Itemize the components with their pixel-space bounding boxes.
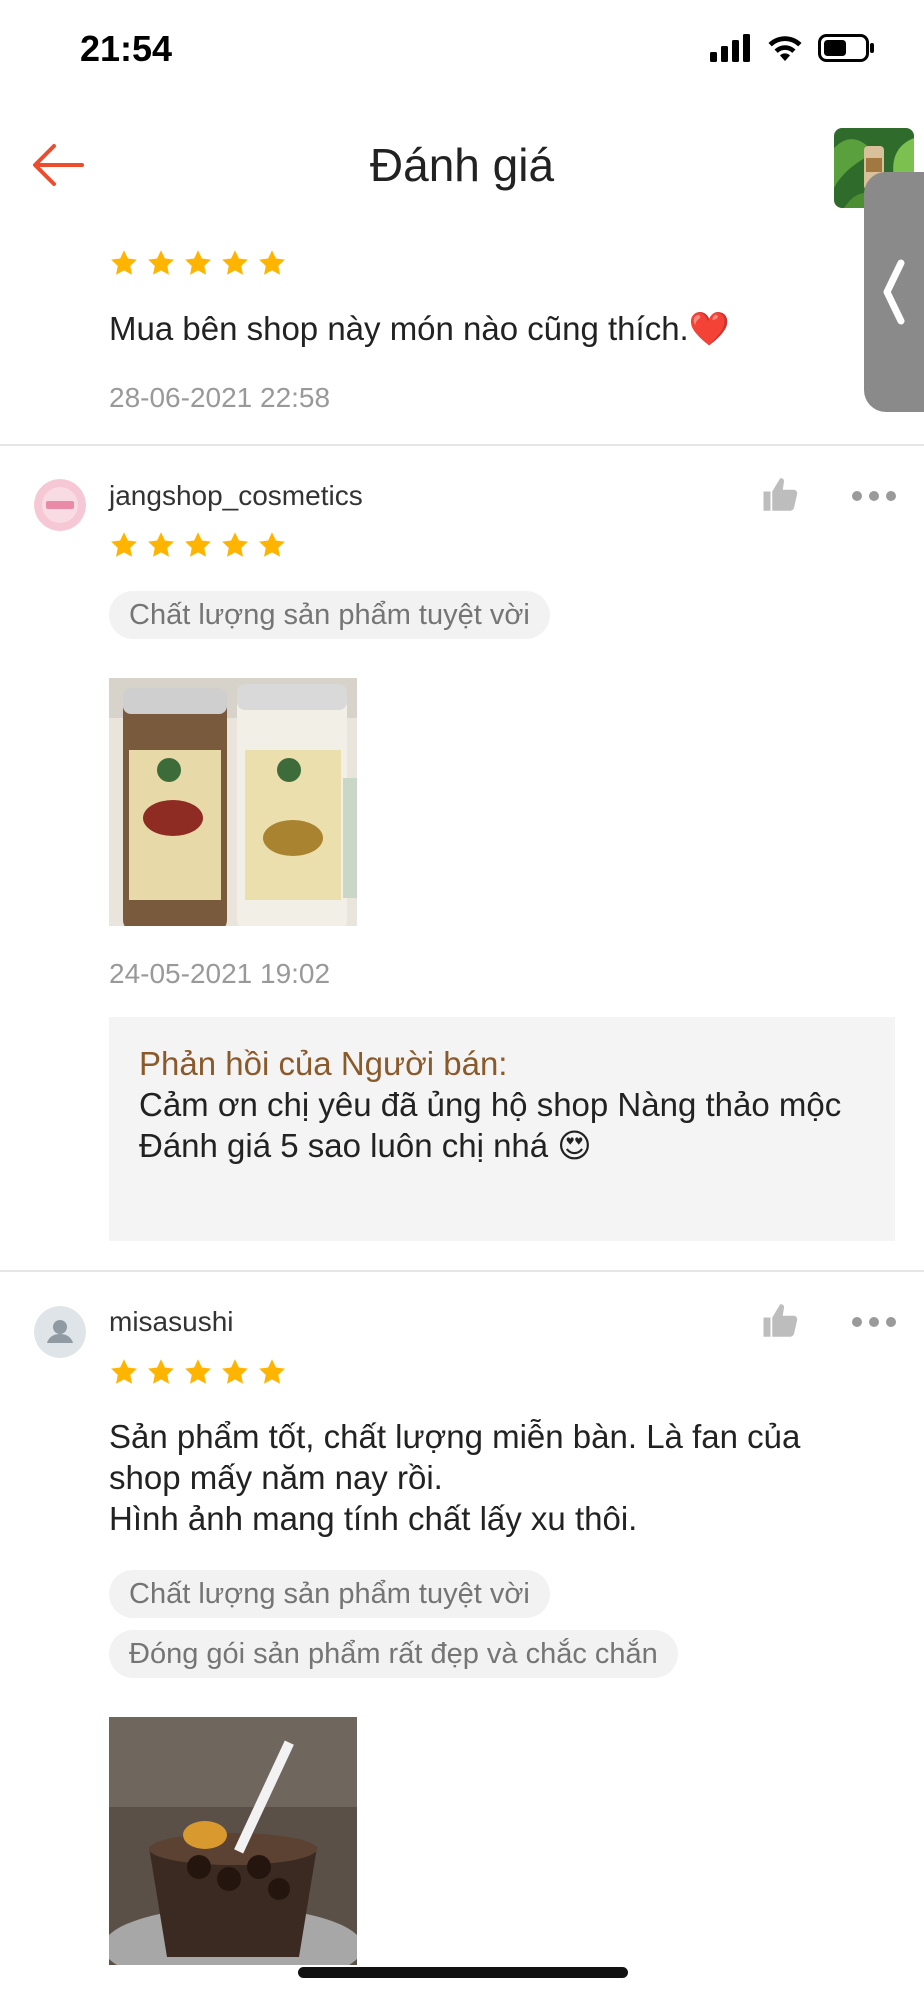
seller-reply-text: Cảm ơn chị yêu đã ủng hộ shop Nàng thảo … — [139, 1086, 842, 1164]
review-timestamp: 28-06-2021 22:58 — [109, 382, 331, 413]
star-icon — [220, 530, 250, 560]
page-title: Đánh giá — [369, 139, 555, 191]
star-icon — [183, 248, 213, 278]
status-bar: 21:54 — [0, 0, 924, 100]
review-timestamp: 24-05-2021 19:02 — [109, 958, 331, 989]
thumbs-up-icon — [760, 474, 802, 516]
review-photo[interactable] — [109, 678, 357, 926]
review-text: Sản phẩm tốt, chất lượng miễn bàn. Là fa… — [109, 1418, 801, 1537]
avatar[interactable] — [34, 1306, 86, 1358]
cellular-signal-icon — [710, 34, 750, 62]
star-icon — [146, 1357, 176, 1387]
review-photo[interactable] — [109, 1717, 357, 1965]
review-text: Mua bên shop này món nào cũng thích.❤️ — [109, 310, 730, 347]
review-tag: Đóng gói sản phẩm rất đẹp và chắc chắn — [109, 1630, 678, 1678]
star-icon — [220, 248, 250, 278]
chevron-left-icon — [883, 259, 905, 325]
review-username[interactable]: misasushi — [109, 1306, 233, 1338]
star-icon — [257, 248, 287, 278]
more-options-button[interactable] — [852, 1315, 896, 1329]
divider — [0, 444, 924, 446]
review-tag: Chất lượng sản phẩm tuyệt vời — [109, 1570, 550, 1618]
seller-reply-title: Phản hồi của Người bán: — [139, 1045, 508, 1082]
star-icon — [183, 530, 213, 560]
review-tag: Chất lượng sản phẩm tuyệt vời — [109, 591, 550, 639]
like-button[interactable] — [760, 1300, 802, 1342]
like-button[interactable] — [760, 474, 802, 516]
divider — [0, 1270, 924, 1272]
star-icon — [146, 530, 176, 560]
rating-stars — [109, 1357, 287, 1387]
seller-reply: Phản hồi của Người bán: Cảm ơn chị yêu đ… — [109, 1017, 895, 1241]
more-options-button[interactable] — [852, 489, 896, 503]
thumbs-up-icon — [760, 1300, 802, 1342]
side-panel-handle[interactable] — [864, 172, 924, 412]
review-username[interactable]: jangshop_cosmetics — [109, 480, 363, 512]
star-icon — [109, 248, 139, 278]
default-user-icon — [34, 1306, 86, 1358]
battery-icon — [818, 34, 874, 62]
avatar[interactable] — [34, 479, 86, 531]
rating-stars — [109, 248, 287, 278]
star-icon — [109, 1357, 139, 1387]
status-icons — [710, 34, 876, 62]
header: Đánh giá — [0, 110, 924, 225]
wifi-icon — [768, 36, 802, 61]
star-icon — [109, 530, 139, 560]
star-icon — [183, 1357, 213, 1387]
home-indicator — [298, 1967, 628, 1978]
rating-stars — [109, 530, 287, 560]
star-icon — [220, 1357, 250, 1387]
status-time: 21:54 — [80, 28, 173, 69]
star-icon — [257, 1357, 287, 1387]
star-icon — [146, 248, 176, 278]
star-icon — [257, 530, 287, 560]
